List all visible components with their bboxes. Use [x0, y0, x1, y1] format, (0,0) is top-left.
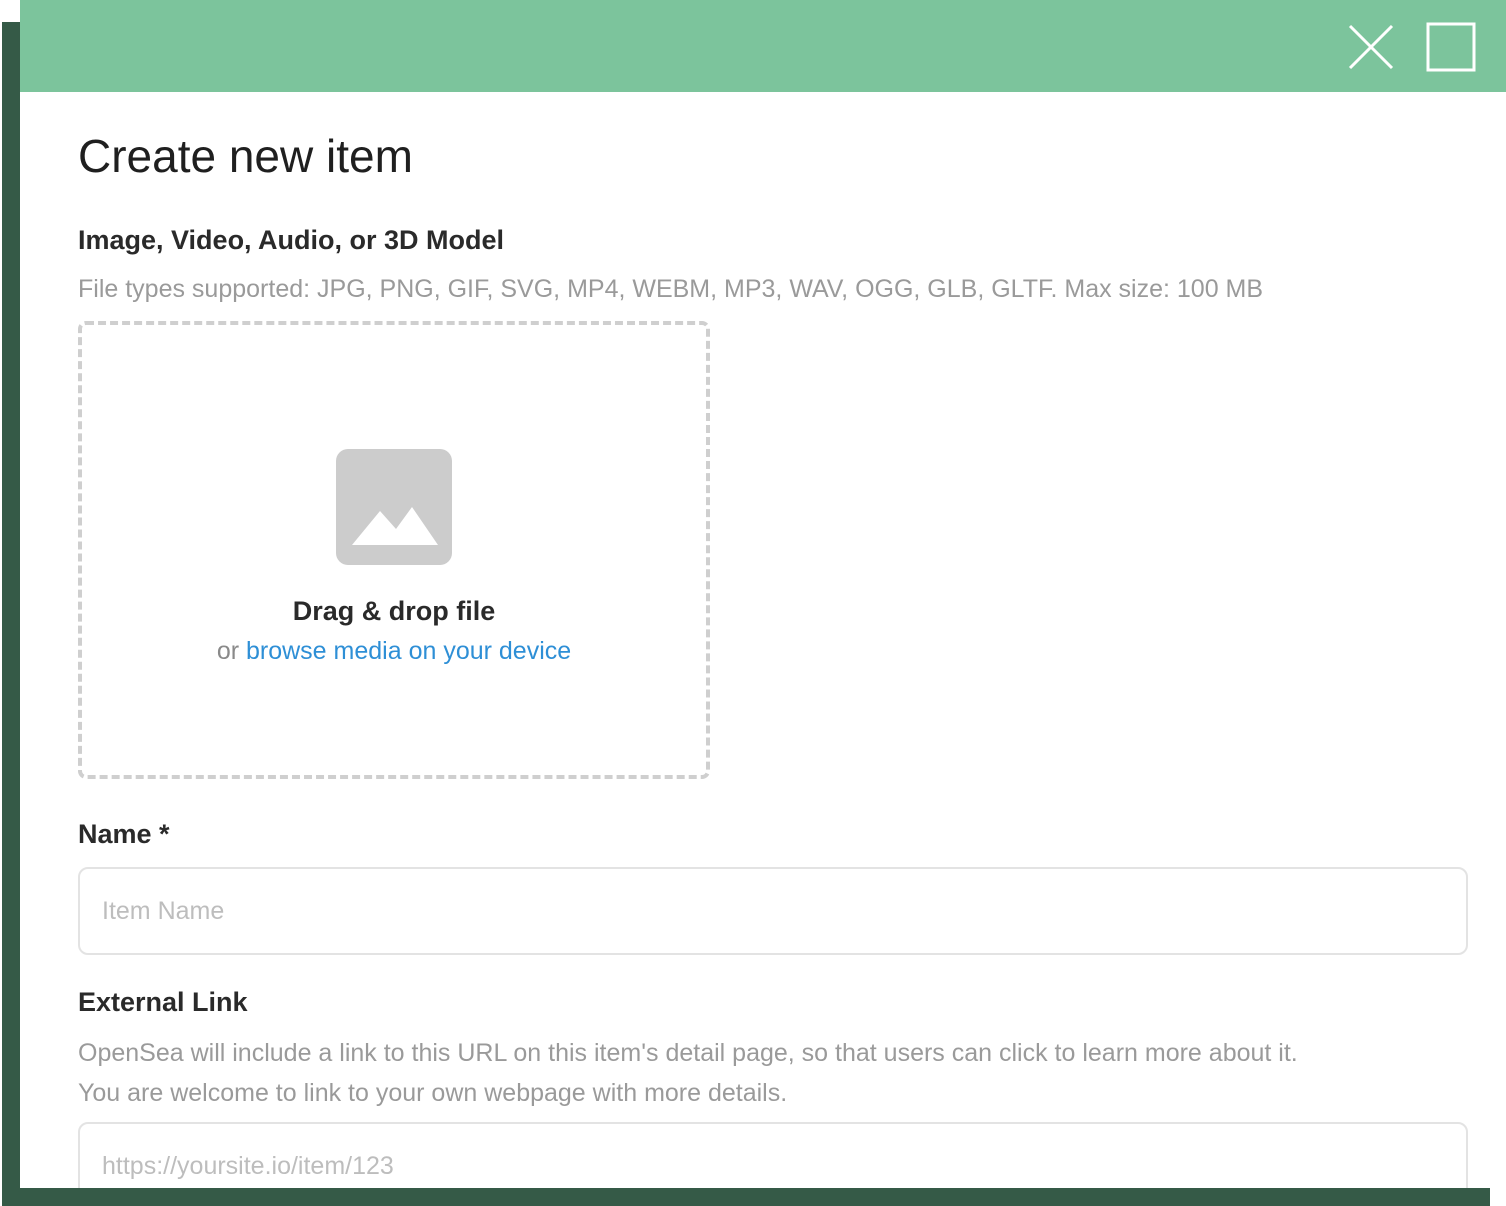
close-icon [1348, 24, 1394, 70]
window-shadow-left [2, 22, 22, 1206]
browse-media-link[interactable]: browse media on your device [246, 637, 571, 665]
dropzone-subtitle: or browse media on your device [82, 633, 706, 669]
dropzone-sub-prefix: or [216, 637, 240, 665]
maximize-icon [1426, 22, 1476, 72]
media-dropzone[interactable]: Drag & drop file or browse media on your… [78, 321, 710, 779]
window-shadow-bottom [2, 1188, 1490, 1206]
media-label: Image, Video, Audio, or 3D Model [78, 225, 505, 255]
close-button[interactable] [1346, 22, 1396, 72]
name-label: Name * [78, 819, 170, 849]
external-link-label: External Link [78, 987, 248, 1017]
media-helper-text: File types supported: JPG, PNG, GIF, SVG… [78, 275, 1264, 303]
external-link-input[interactable] [78, 1122, 1468, 1188]
external-link-helper-line1: OpenSea will include a link to this URL … [78, 1039, 1298, 1067]
external-link-helper-line2: You are welcome to link to your own webp… [78, 1079, 788, 1107]
maximize-button[interactable] [1426, 22, 1476, 72]
image-placeholder-icon [336, 449, 452, 565]
create-item-window: Create new item Image, Video, Audio, or … [20, 0, 1506, 1188]
dropzone-title: Drag & drop file [292, 596, 496, 626]
page-title: Create new item [78, 130, 413, 182]
window-titlebar [20, 0, 1506, 92]
app-frame: Create new item Image, Video, Audio, or … [0, 0, 1506, 1206]
item-name-input[interactable] [78, 867, 1468, 955]
